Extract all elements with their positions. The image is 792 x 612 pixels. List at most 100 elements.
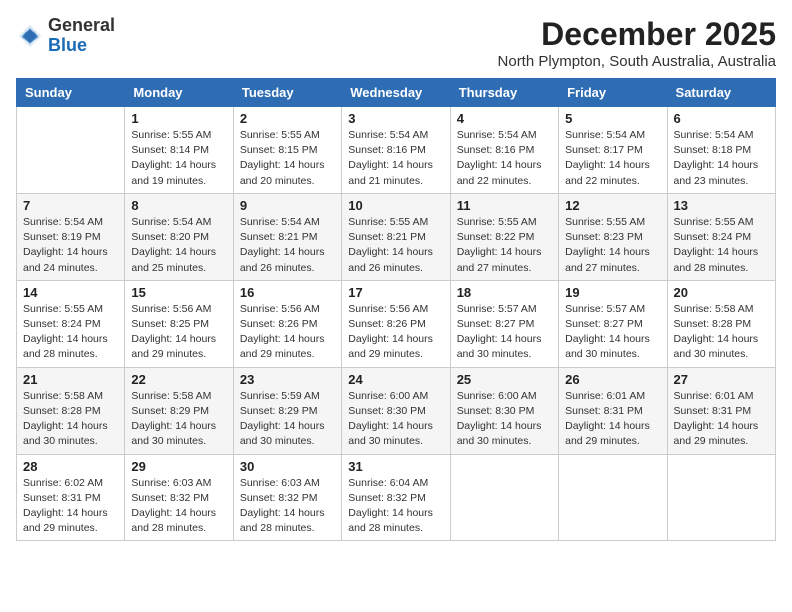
day-cell: 24 Sunrise: 6:00 AM Sunset: 8:30 PM Dayli… (342, 367, 450, 454)
day-info: Sunrise: 5:55 AM Sunset: 8:15 PM Dayligh… (240, 128, 335, 189)
day-number: 15 (131, 285, 226, 300)
day-cell: 6 Sunrise: 5:54 AM Sunset: 8:18 PM Daylig… (667, 107, 775, 194)
day-cell: 26 Sunrise: 6:01 AM Sunset: 8:31 PM Dayli… (559, 367, 667, 454)
day-number: 9 (240, 198, 335, 213)
day-info: Sunrise: 5:58 AM Sunset: 8:28 PM Dayligh… (23, 389, 118, 450)
day-info: Sunrise: 5:54 AM Sunset: 8:16 PM Dayligh… (348, 128, 443, 189)
day-cell: 2 Sunrise: 5:55 AM Sunset: 8:15 PM Daylig… (233, 107, 341, 194)
day-info: Sunrise: 5:54 AM Sunset: 8:20 PM Dayligh… (131, 215, 226, 276)
day-number: 7 (23, 198, 118, 213)
header-cell-sunday: Sunday (17, 79, 125, 107)
day-info: Sunrise: 6:01 AM Sunset: 8:31 PM Dayligh… (565, 389, 660, 450)
day-cell: 28Sunrise: 6:02 AM Sunset: 8:31 PM Dayli… (17, 454, 125, 541)
day-info: Sunrise: 6:00 AM Sunset: 8:30 PM Dayligh… (348, 389, 443, 450)
day-cell: 14 Sunrise: 5:55 AM Sunset: 8:24 PM Dayli… (17, 280, 125, 367)
day-number: 28 (23, 459, 118, 474)
day-number: 11 (457, 198, 552, 213)
page-header: General Blue December 2025 North Plympto… (16, 16, 776, 70)
day-cell: 19 Sunrise: 5:57 AM Sunset: 8:27 PM Dayli… (559, 280, 667, 367)
day-cell: 23 Sunrise: 5:59 AM Sunset: 8:29 PM Dayli… (233, 367, 341, 454)
day-number: 12 (565, 198, 660, 213)
day-info: Sunrise: 6:01 AM Sunset: 8:31 PM Dayligh… (674, 389, 769, 450)
day-cell: 5 Sunrise: 5:54 AM Sunset: 8:17 PM Daylig… (559, 107, 667, 194)
day-info: Sunrise: 5:57 AM Sunset: 8:27 PM Dayligh… (457, 302, 552, 363)
logo-general: General (48, 15, 115, 35)
day-info: Sunrise: 5:57 AM Sunset: 8:27 PM Dayligh… (565, 302, 660, 363)
day-number: 2 (240, 111, 335, 126)
day-number: 16 (240, 285, 335, 300)
header-cell-wednesday: Wednesday (342, 79, 450, 107)
day-cell: 31 Sunrise: 6:04 AM Sunset: 8:32 PM Dayli… (342, 454, 450, 541)
header-cell-tuesday: Tuesday (233, 79, 341, 107)
day-info: Sunrise: 5:56 AM Sunset: 8:26 PM Dayligh… (240, 302, 335, 363)
day-cell: 20Sunrise: 5:58 AM Sunset: 8:28 PM Dayli… (667, 280, 775, 367)
day-number: 8 (131, 198, 226, 213)
day-number: 3 (348, 111, 443, 126)
day-cell (559, 454, 667, 541)
day-number: 23 (240, 372, 335, 387)
day-cell: 11Sunrise: 5:55 AM Sunset: 8:22 PM Dayli… (450, 193, 558, 280)
day-cell: 8 Sunrise: 5:54 AM Sunset: 8:20 PM Daylig… (125, 193, 233, 280)
month-year: December 2025 (498, 16, 776, 53)
week-row: 28Sunrise: 6:02 AM Sunset: 8:31 PM Dayli… (17, 454, 776, 541)
day-info: Sunrise: 5:56 AM Sunset: 8:25 PM Dayligh… (131, 302, 226, 363)
week-row: 7 Sunrise: 5:54 AM Sunset: 8:19 PM Daylig… (17, 193, 776, 280)
location: North Plympton, South Australia, Austral… (498, 53, 776, 70)
day-info: Sunrise: 6:03 AM Sunset: 8:32 PM Dayligh… (240, 476, 335, 537)
week-row: 1 Sunrise: 5:55 AM Sunset: 8:14 PM Daylig… (17, 107, 776, 194)
day-cell (667, 454, 775, 541)
day-info: Sunrise: 5:54 AM Sunset: 8:21 PM Dayligh… (240, 215, 335, 276)
day-number: 1 (131, 111, 226, 126)
day-info: Sunrise: 5:59 AM Sunset: 8:29 PM Dayligh… (240, 389, 335, 450)
day-cell: 21 Sunrise: 5:58 AM Sunset: 8:28 PM Dayli… (17, 367, 125, 454)
day-cell: 12Sunrise: 5:55 AM Sunset: 8:23 PM Dayli… (559, 193, 667, 280)
day-number: 17 (348, 285, 443, 300)
day-info: Sunrise: 6:04 AM Sunset: 8:32 PM Dayligh… (348, 476, 443, 537)
header-cell-monday: Monday (125, 79, 233, 107)
day-cell: 30Sunrise: 6:03 AM Sunset: 8:32 PM Dayli… (233, 454, 341, 541)
day-cell: 1 Sunrise: 5:55 AM Sunset: 8:14 PM Daylig… (125, 107, 233, 194)
day-info: Sunrise: 5:55 AM Sunset: 8:24 PM Dayligh… (23, 302, 118, 363)
day-cell: 3 Sunrise: 5:54 AM Sunset: 8:16 PM Daylig… (342, 107, 450, 194)
day-number: 19 (565, 285, 660, 300)
week-row: 21 Sunrise: 5:58 AM Sunset: 8:28 PM Dayli… (17, 367, 776, 454)
day-number: 21 (23, 372, 118, 387)
day-number: 10 (348, 198, 443, 213)
day-info: Sunrise: 5:55 AM Sunset: 8:21 PM Dayligh… (348, 215, 443, 276)
day-info: Sunrise: 5:54 AM Sunset: 8:19 PM Dayligh… (23, 215, 118, 276)
day-number: 29 (131, 459, 226, 474)
day-number: 14 (23, 285, 118, 300)
day-cell: 18 Sunrise: 5:57 AM Sunset: 8:27 PM Dayli… (450, 280, 558, 367)
logo: General Blue (16, 16, 115, 56)
day-number: 5 (565, 111, 660, 126)
day-number: 18 (457, 285, 552, 300)
day-cell: 17Sunrise: 5:56 AM Sunset: 8:26 PM Dayli… (342, 280, 450, 367)
day-number: 26 (565, 372, 660, 387)
header-row: SundayMondayTuesdayWednesdayThursdayFrid… (17, 79, 776, 107)
day-cell: 13Sunrise: 5:55 AM Sunset: 8:24 PM Dayli… (667, 193, 775, 280)
day-cell: 10 Sunrise: 5:55 AM Sunset: 8:21 PM Dayli… (342, 193, 450, 280)
day-info: Sunrise: 6:00 AM Sunset: 8:30 PM Dayligh… (457, 389, 552, 450)
day-info: Sunrise: 5:55 AM Sunset: 8:24 PM Dayligh… (674, 215, 769, 276)
calendar-table: SundayMondayTuesdayWednesdayThursdayFrid… (16, 78, 776, 541)
day-cell: 15 Sunrise: 5:56 AM Sunset: 8:25 PM Dayli… (125, 280, 233, 367)
day-cell: 27 Sunrise: 6:01 AM Sunset: 8:31 PM Dayli… (667, 367, 775, 454)
day-info: Sunrise: 5:54 AM Sunset: 8:17 PM Dayligh… (565, 128, 660, 189)
day-number: 6 (674, 111, 769, 126)
day-info: Sunrise: 5:58 AM Sunset: 8:29 PM Dayligh… (131, 389, 226, 450)
day-number: 4 (457, 111, 552, 126)
day-cell: 4 Sunrise: 5:54 AM Sunset: 8:16 PM Daylig… (450, 107, 558, 194)
day-info: Sunrise: 5:54 AM Sunset: 8:16 PM Dayligh… (457, 128, 552, 189)
day-number: 31 (348, 459, 443, 474)
day-number: 27 (674, 372, 769, 387)
day-cell (17, 107, 125, 194)
day-number: 24 (348, 372, 443, 387)
day-info: Sunrise: 5:58 AM Sunset: 8:28 PM Dayligh… (674, 302, 769, 363)
header-cell-thursday: Thursday (450, 79, 558, 107)
day-cell: 25Sunrise: 6:00 AM Sunset: 8:30 PM Dayli… (450, 367, 558, 454)
logo-blue: Blue (48, 35, 87, 55)
logo-icon (16, 22, 44, 50)
day-info: Sunrise: 5:54 AM Sunset: 8:18 PM Dayligh… (674, 128, 769, 189)
day-info: Sunrise: 5:55 AM Sunset: 8:14 PM Dayligh… (131, 128, 226, 189)
header-cell-saturday: Saturday (667, 79, 775, 107)
